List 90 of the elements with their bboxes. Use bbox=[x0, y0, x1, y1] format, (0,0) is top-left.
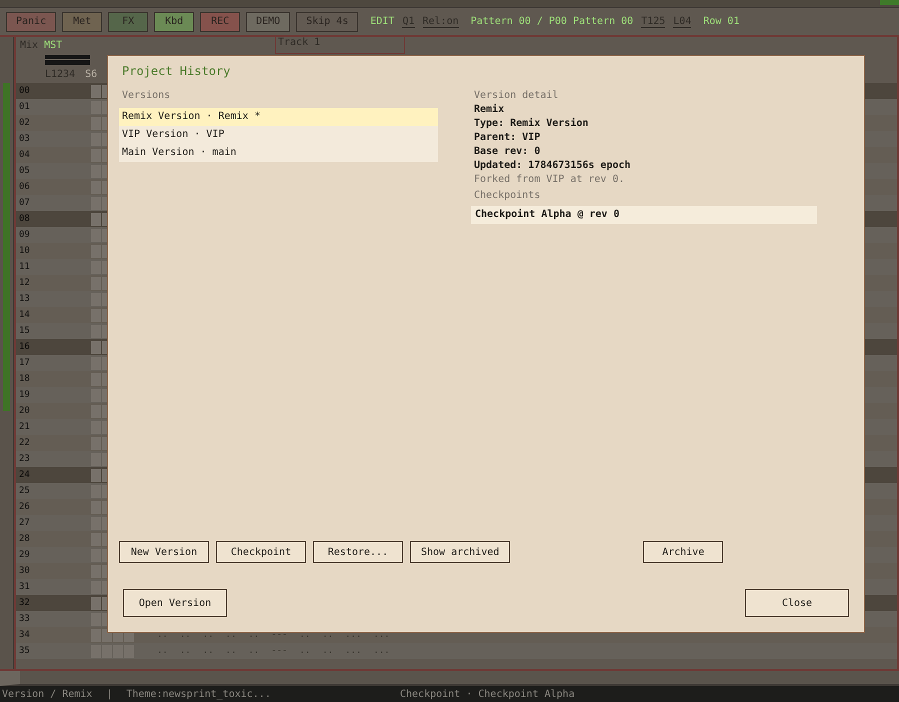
action-button[interactable]: Checkpoint bbox=[216, 541, 306, 563]
note-cell: .. bbox=[226, 630, 236, 640]
row-number: 07 bbox=[18, 198, 31, 208]
action-button[interactable]: Restore... bbox=[313, 541, 403, 563]
version-item[interactable]: Main Version · main bbox=[119, 144, 438, 162]
row-number: 25 bbox=[18, 486, 31, 496]
dialog-title: Project History bbox=[121, 64, 232, 80]
row-number: 32 bbox=[18, 598, 31, 608]
toolbar-label: Pattern 00 / P00 Pattern 00 bbox=[470, 16, 634, 27]
row-number: 31 bbox=[18, 582, 31, 592]
row-number: 10 bbox=[18, 246, 31, 256]
toolbar-label: EDIT bbox=[370, 16, 394, 27]
version-item[interactable]: VIP Version · VIP bbox=[119, 126, 438, 144]
checkpoint-item[interactable]: Checkpoint Alpha @ rev 0 bbox=[471, 206, 817, 224]
archive-button[interactable]: Archive bbox=[643, 541, 724, 563]
note-cell: .. bbox=[157, 630, 168, 640]
open-version-button[interactable]: Open Version bbox=[123, 589, 227, 617]
note-cell: ... bbox=[345, 646, 362, 656]
row-number: 27 bbox=[18, 518, 31, 528]
row-number: 12 bbox=[18, 278, 31, 288]
row-number: 26 bbox=[18, 502, 31, 512]
scroll-thumb[interactable] bbox=[3, 83, 10, 411]
note-cell: .. bbox=[299, 630, 310, 640]
row-number: 35 bbox=[18, 646, 31, 656]
row-number: 03 bbox=[18, 134, 31, 144]
level-meter bbox=[45, 55, 90, 65]
note-cell: .. bbox=[299, 646, 310, 656]
note-cell: ... bbox=[373, 646, 390, 656]
row-number: 33 bbox=[18, 614, 31, 624]
note-cell: --- bbox=[271, 646, 288, 656]
row-number: 16 bbox=[18, 342, 31, 352]
detail-text: Parent: VIP bbox=[473, 132, 542, 145]
note-cell: ... bbox=[345, 630, 362, 640]
column-label: S6 bbox=[85, 69, 98, 81]
row-number: 24 bbox=[18, 470, 31, 480]
row-number: 05 bbox=[18, 166, 31, 176]
row-number: 20 bbox=[18, 406, 31, 416]
row-number: 23 bbox=[18, 454, 31, 464]
row-number: 34 bbox=[18, 630, 31, 640]
channel-name: MST bbox=[44, 40, 62, 52]
detail-text: Type: Remix Version bbox=[473, 118, 590, 131]
note-cell: .. bbox=[157, 646, 168, 656]
row-number: 09 bbox=[18, 230, 31, 240]
note-cell: .. bbox=[248, 646, 260, 656]
detail-text: Remix bbox=[473, 104, 506, 117]
row-number: 28 bbox=[18, 534, 31, 544]
row-number: 30 bbox=[18, 566, 31, 576]
section-label: Version detail bbox=[473, 90, 560, 103]
row-number: 29 bbox=[18, 550, 31, 560]
row-number: 17 bbox=[18, 358, 31, 368]
action-button[interactable]: New Version bbox=[119, 541, 209, 563]
status-text: | bbox=[106, 688, 112, 700]
row-number: 11 bbox=[18, 262, 31, 272]
status-text: Checkpoint · Checkpoint Alpha bbox=[400, 688, 575, 700]
row-number: 14 bbox=[18, 310, 31, 320]
detail-text: Updated: 1784673156s epoch bbox=[473, 160, 632, 173]
version-item[interactable]: Remix Version · Remix * bbox=[119, 108, 438, 126]
status-text: Theme:newsprint_toxic... bbox=[126, 688, 271, 700]
row-number: 21 bbox=[18, 422, 31, 432]
status-text: Version / Remix bbox=[2, 688, 92, 700]
close-button[interactable]: Close bbox=[745, 589, 849, 617]
row-number: 04 bbox=[18, 150, 31, 160]
row-number: 08 bbox=[18, 214, 31, 224]
row-number: 22 bbox=[18, 438, 31, 448]
section-label: Versions bbox=[121, 90, 172, 103]
note-cell: .. bbox=[248, 630, 260, 640]
note-cell: ... bbox=[373, 630, 390, 640]
note-cell: .. bbox=[322, 646, 334, 656]
toolbar-button[interactable]: Kbd bbox=[154, 12, 194, 32]
horizontal-scrollbar[interactable] bbox=[0, 671, 899, 686]
row-number: 01 bbox=[18, 102, 31, 112]
row-number: 13 bbox=[18, 294, 31, 304]
detail-text: Base rev: 0 bbox=[473, 146, 542, 159]
row-number: 06 bbox=[18, 182, 31, 192]
toolbar-label: Row 01 bbox=[703, 16, 740, 27]
note-cell: .. bbox=[202, 630, 214, 640]
note-cell: .. bbox=[180, 630, 191, 640]
row-number: 19 bbox=[18, 390, 31, 400]
note-cell: .. bbox=[180, 646, 191, 656]
note-cell: --- bbox=[271, 630, 288, 640]
section-label: Checkpoints bbox=[473, 190, 542, 203]
note-cell: .. bbox=[226, 646, 236, 656]
action-button[interactable]: Show archived bbox=[410, 541, 510, 563]
detail-note: Forked from VIP at rev 0. bbox=[473, 174, 626, 187]
note-cell: .. bbox=[322, 630, 334, 640]
row-number: 15 bbox=[18, 326, 31, 336]
row-number: 18 bbox=[18, 374, 31, 384]
note-cell: .. bbox=[202, 646, 214, 656]
row-number: 00 bbox=[18, 86, 31, 96]
row-number: 02 bbox=[18, 118, 31, 128]
